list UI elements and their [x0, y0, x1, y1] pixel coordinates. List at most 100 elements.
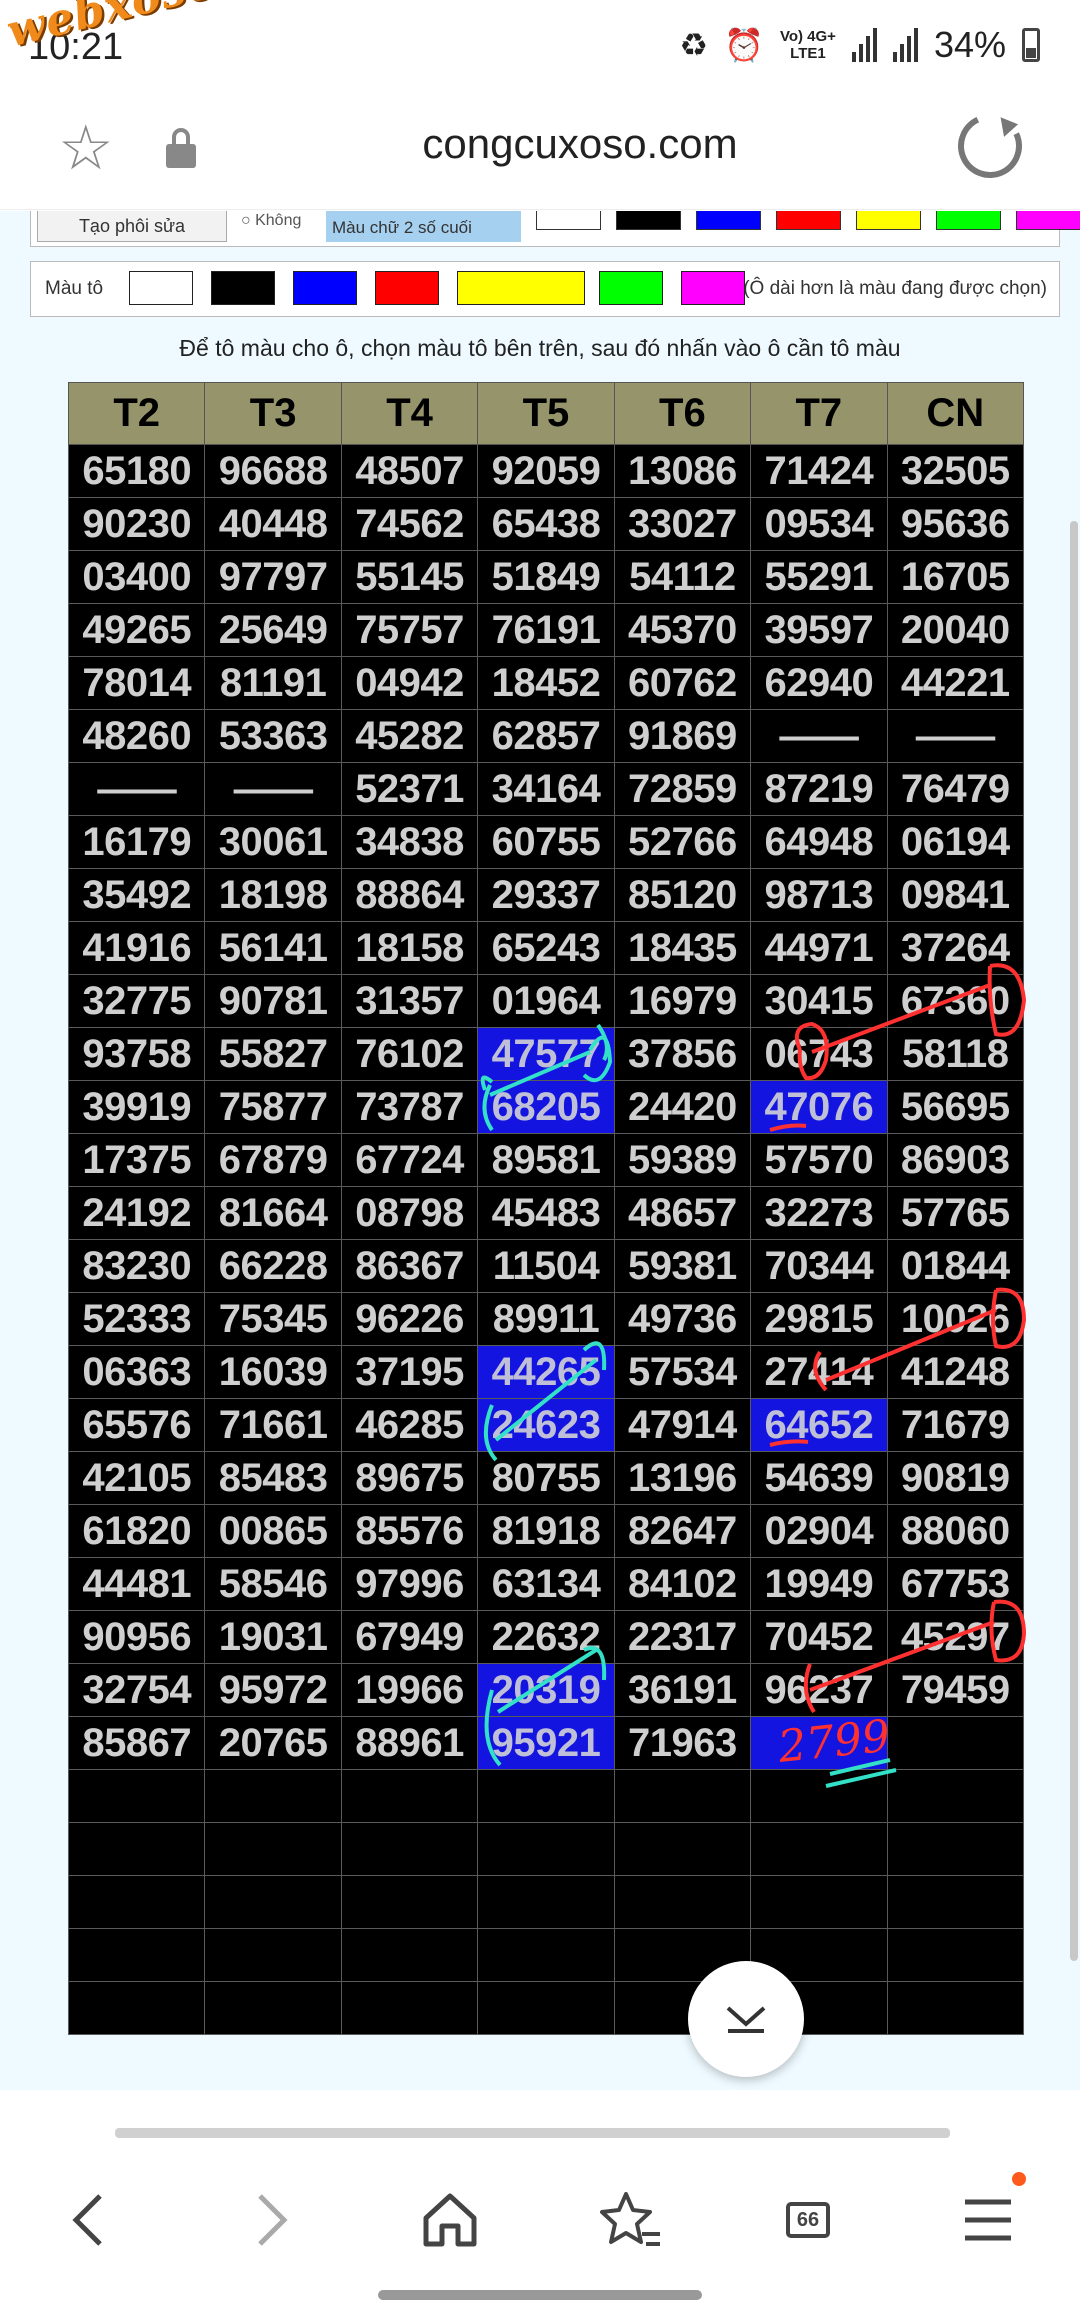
- table-cell[interactable]: 84102: [613, 1557, 752, 1611]
- table-cell[interactable]: 45282: [340, 709, 479, 763]
- table-cell[interactable]: 53363: [204, 709, 342, 763]
- table-cell[interactable]: 67949: [340, 1610, 479, 1664]
- table-cell[interactable]: 87219: [750, 762, 888, 816]
- table-cell[interactable]: 73787: [340, 1080, 479, 1134]
- table-cell[interactable]: 09534: [750, 497, 888, 551]
- table-cell[interactable]: 32775: [67, 974, 206, 1028]
- table-cell[interactable]: 70452: [750, 1610, 888, 1664]
- lock-icon[interactable]: [166, 128, 196, 168]
- table-cell[interactable]: 97996: [340, 1557, 479, 1611]
- table-cell[interactable]: 49265: [67, 603, 206, 657]
- table-cell[interactable]: 52371: [340, 762, 479, 816]
- table-cell[interactable]: [886, 1822, 1025, 1876]
- table-cell[interactable]: 47577: [477, 1027, 615, 1081]
- table-cell[interactable]: 85120: [613, 868, 752, 922]
- paint-swatch-magenta[interactable]: [681, 271, 745, 305]
- table-cell[interactable]: 47914: [613, 1398, 752, 1452]
- table-cell[interactable]: ——: [204, 762, 342, 816]
- create-button[interactable]: Tạo phôi sửa: [37, 211, 227, 242]
- table-cell[interactable]: [613, 1822, 752, 1876]
- table-cell[interactable]: 70344: [750, 1239, 888, 1293]
- table-cell[interactable]: 57765: [886, 1186, 1025, 1240]
- table-cell[interactable]: 13196: [613, 1451, 752, 1505]
- table-cell[interactable]: 71679: [886, 1398, 1025, 1452]
- table-cell[interactable]: 01844: [886, 1239, 1025, 1293]
- table-cell[interactable]: 91869: [613, 709, 752, 763]
- table-cell[interactable]: [340, 1769, 479, 1823]
- table-cell[interactable]: 39919: [67, 1080, 206, 1134]
- table-cell[interactable]: 62857: [477, 709, 615, 763]
- bookmarks-button[interactable]: [590, 2180, 670, 2260]
- table-cell[interactable]: [886, 1716, 1025, 1770]
- table-cell[interactable]: 83230: [67, 1239, 206, 1293]
- table-cell[interactable]: 88060: [886, 1504, 1025, 1558]
- table-cell[interactable]: 11504: [477, 1239, 615, 1293]
- table-cell[interactable]: 82647: [613, 1504, 752, 1558]
- back-button[interactable]: [48, 2180, 128, 2260]
- table-cell[interactable]: 93758: [67, 1027, 206, 1081]
- table-cell[interactable]: 48260: [67, 709, 206, 763]
- table-cell[interactable]: 71661: [204, 1398, 342, 1452]
- table-cell[interactable]: 49736: [613, 1292, 752, 1346]
- table-cell[interactable]: 18198: [204, 868, 342, 922]
- table-cell[interactable]: 22632: [477, 1610, 615, 1664]
- table-cell[interactable]: 72859: [613, 762, 752, 816]
- text-swatch-white[interactable]: [536, 211, 601, 230]
- table-cell[interactable]: 32273: [750, 1186, 888, 1240]
- table-cell[interactable]: 36191: [613, 1663, 752, 1717]
- table-cell[interactable]: 74562: [340, 497, 479, 551]
- table-cell[interactable]: 55827: [204, 1027, 342, 1081]
- table-cell[interactable]: 76102: [340, 1027, 479, 1081]
- table-cell[interactable]: [204, 1875, 342, 1929]
- table-cell[interactable]: 67724: [340, 1133, 479, 1187]
- table-cell[interactable]: 03400: [67, 550, 206, 604]
- table-cell[interactable]: [613, 1769, 752, 1823]
- table-cell[interactable]: [886, 1928, 1025, 1982]
- table-cell[interactable]: [750, 1769, 888, 1823]
- table-cell[interactable]: 75345: [204, 1292, 342, 1346]
- table-cell[interactable]: 48657: [613, 1186, 752, 1240]
- table-cell[interactable]: 06743: [750, 1027, 888, 1081]
- table-cell[interactable]: 19031: [204, 1610, 342, 1664]
- table-cell[interactable]: 90819: [886, 1451, 1025, 1505]
- table-cell[interactable]: 01964: [477, 974, 615, 1028]
- table-cell[interactable]: 76191: [477, 603, 615, 657]
- table-cell[interactable]: 41248: [886, 1345, 1025, 1399]
- table-cell[interactable]: 75757: [340, 603, 479, 657]
- table-cell[interactable]: 32505: [886, 444, 1025, 498]
- table-cell[interactable]: 16039: [204, 1345, 342, 1399]
- table-cell[interactable]: [67, 1769, 206, 1823]
- table-cell[interactable]: 37195: [340, 1345, 479, 1399]
- table-cell[interactable]: 27414: [750, 1345, 888, 1399]
- table-cell[interactable]: 22317: [613, 1610, 752, 1664]
- table-cell[interactable]: 81191: [204, 656, 342, 710]
- text-color-select[interactable]: Màu chữ 2 số cuối: [326, 211, 521, 242]
- table-cell[interactable]: 06194: [886, 815, 1025, 869]
- table-cell[interactable]: 45483: [477, 1186, 615, 1240]
- table-cell[interactable]: 95972: [204, 1663, 342, 1717]
- table-cell[interactable]: 41916: [67, 921, 206, 975]
- table-cell[interactable]: 52766: [613, 815, 752, 869]
- table-cell[interactable]: 24623: [477, 1398, 615, 1452]
- table-cell[interactable]: 34164: [477, 762, 615, 816]
- table-cell[interactable]: [886, 1875, 1025, 1929]
- text-swatch-red[interactable]: [776, 211, 841, 230]
- bookmark-star-icon[interactable]: ☆: [58, 118, 114, 180]
- table-cell[interactable]: 09841: [886, 868, 1025, 922]
- table-cell[interactable]: 92059: [477, 444, 615, 498]
- table-cell[interactable]: [477, 1769, 615, 1823]
- table-cell[interactable]: [67, 1981, 206, 2035]
- table-cell[interactable]: [477, 1928, 615, 1982]
- paint-swatch-blue[interactable]: [293, 271, 357, 305]
- table-cell[interactable]: 95921: [477, 1716, 615, 1770]
- table-cell[interactable]: 44481: [67, 1557, 206, 1611]
- table-cell[interactable]: 67360: [886, 974, 1025, 1028]
- table-cell[interactable]: 54639: [750, 1451, 888, 1505]
- table-cell[interactable]: 54112: [613, 550, 752, 604]
- table-cell[interactable]: [886, 1769, 1025, 1823]
- table-cell[interactable]: 63134: [477, 1557, 615, 1611]
- table-cell[interactable]: [750, 1875, 888, 1929]
- tabs-button[interactable]: 66: [768, 2180, 848, 2260]
- url-text[interactable]: congcuxoso.com: [200, 120, 960, 168]
- table-cell[interactable]: 58118: [886, 1027, 1025, 1081]
